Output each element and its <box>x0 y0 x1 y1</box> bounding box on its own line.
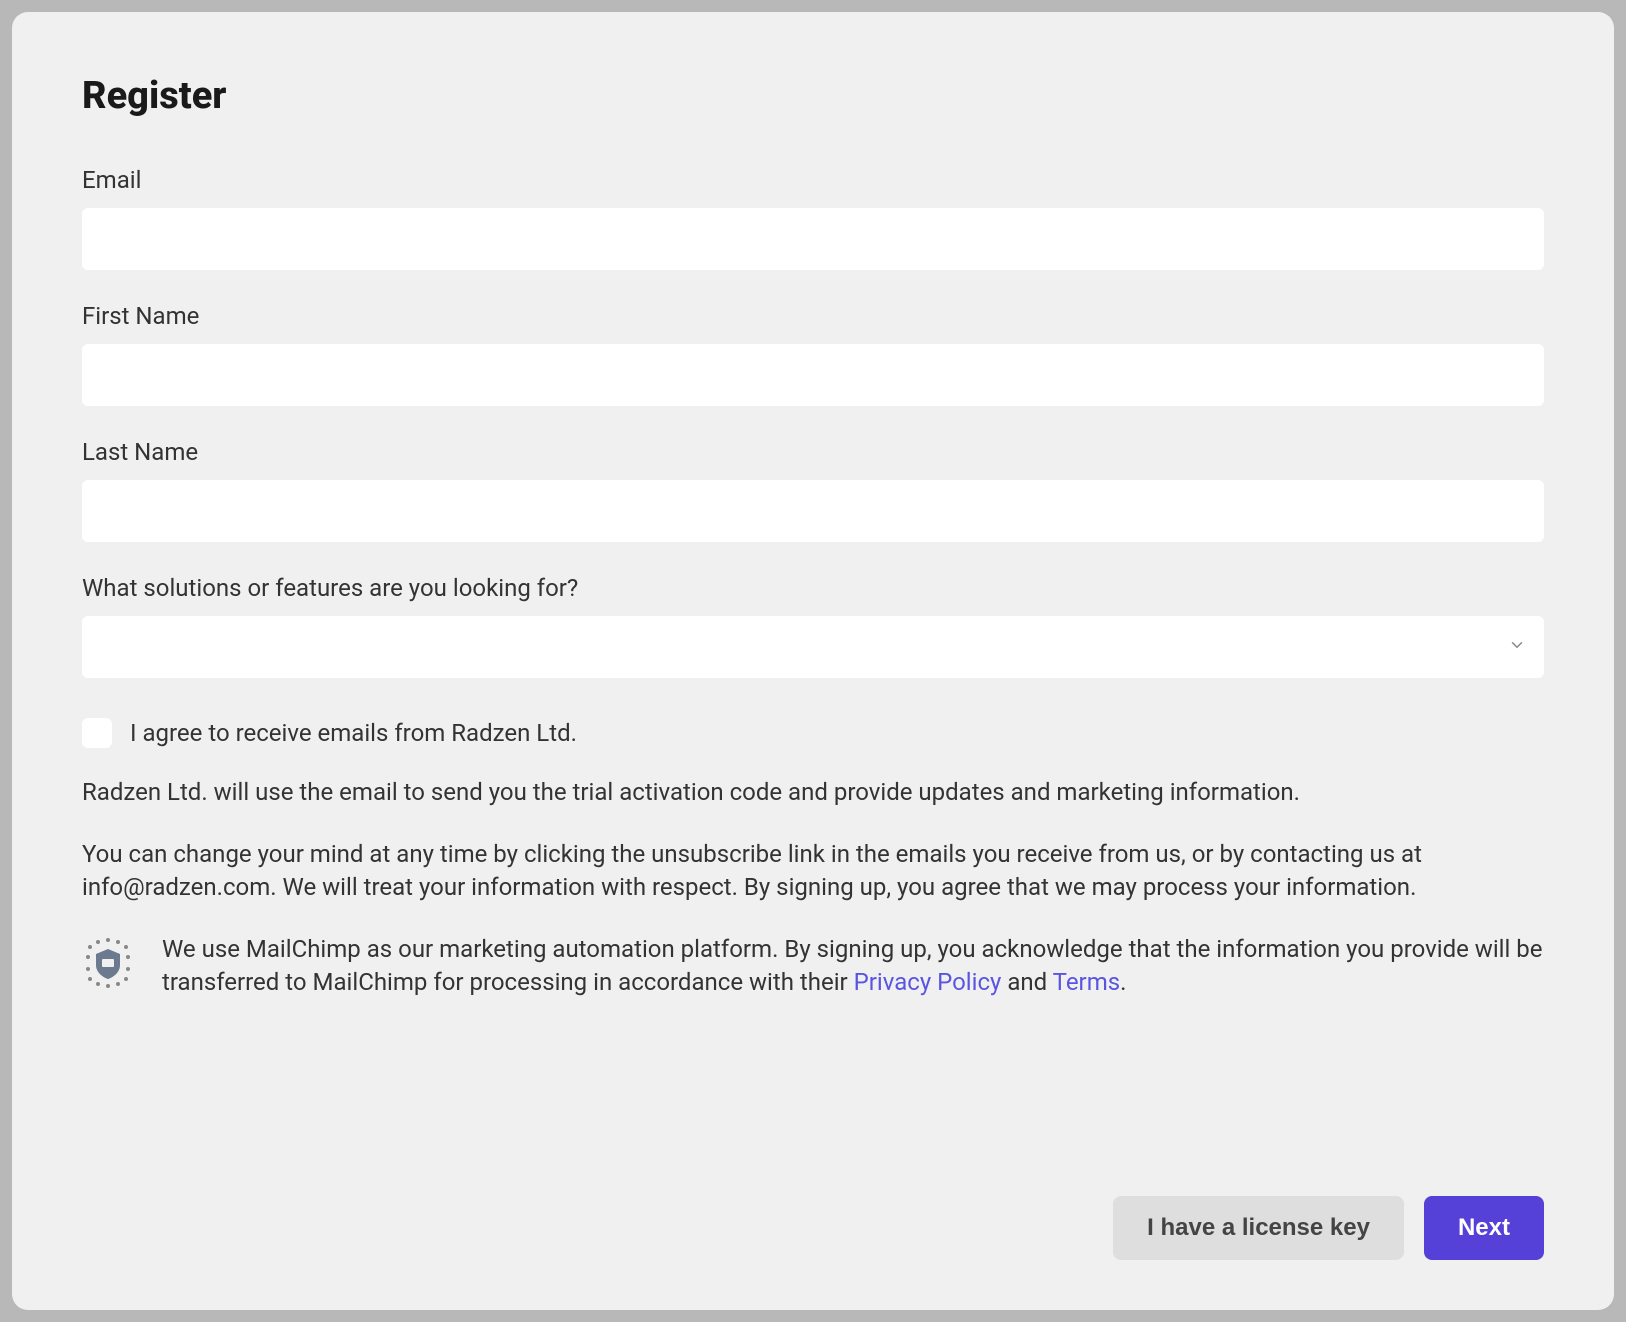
modal-title: Register <box>82 74 1544 118</box>
mailchimp-shield-icon <box>82 937 134 989</box>
first-name-label: First Name <box>82 302 1544 330</box>
register-modal: Register Email First Name Last Name What… <box>12 12 1614 1310</box>
solutions-field-group: What solutions or features are you looki… <box>82 574 1544 678</box>
last-name-field-group: Last Name <box>82 438 1544 542</box>
email-field-group: Email <box>82 166 1544 270</box>
last-name-label: Last Name <box>82 438 1544 466</box>
next-button[interactable]: Next <box>1424 1196 1544 1260</box>
unsubscribe-info-text: You can change your mind at any time by … <box>82 838 1544 905</box>
mailchimp-prefix: We use MailChimp as our marketing automa… <box>162 935 1543 997</box>
license-key-button[interactable]: I have a license key <box>1113 1196 1404 1260</box>
chevron-down-icon <box>1508 636 1526 658</box>
mailchimp-suffix: . <box>1120 968 1126 996</box>
email-input[interactable] <box>82 208 1544 270</box>
privacy-policy-link[interactable]: Privacy Policy <box>854 968 1002 996</box>
terms-link[interactable]: Terms <box>1053 968 1120 996</box>
mailchimp-notice: We use MailChimp as our marketing automa… <box>82 933 1544 1000</box>
first-name-input[interactable] <box>82 344 1544 406</box>
mailchimp-text: We use MailChimp as our marketing automa… <box>162 933 1544 1000</box>
consent-checkbox[interactable] <box>82 718 112 748</box>
consent-checkbox-row: I agree to receive emails from Radzen Lt… <box>82 718 1544 748</box>
last-name-input[interactable] <box>82 480 1544 542</box>
usage-info-text: Radzen Ltd. will use the email to send y… <box>82 776 1544 810</box>
email-label: Email <box>82 166 1544 194</box>
solutions-dropdown[interactable] <box>82 616 1544 678</box>
consent-checkbox-label: I agree to receive emails from Radzen Lt… <box>130 719 577 747</box>
mailchimp-and: and <box>1001 968 1052 996</box>
button-row: I have a license key Next <box>82 1196 1544 1260</box>
solutions-label: What solutions or features are you looki… <box>82 574 1544 602</box>
first-name-field-group: First Name <box>82 302 1544 406</box>
